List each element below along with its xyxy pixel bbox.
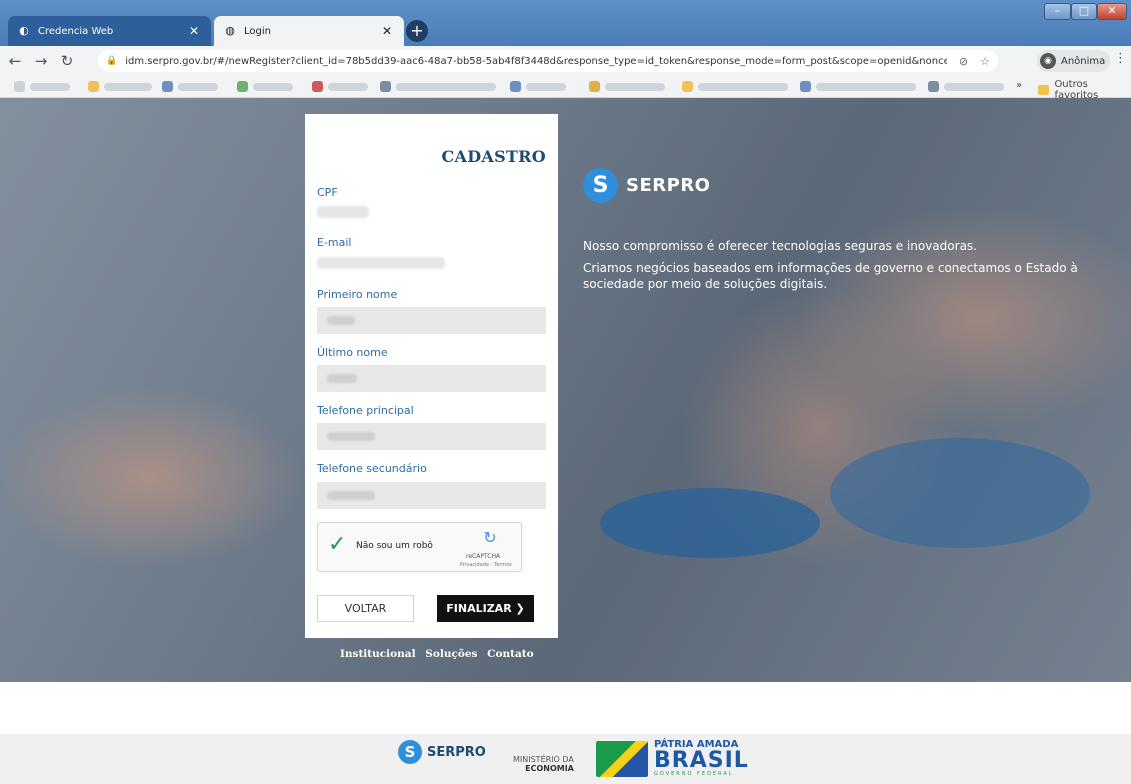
field-value	[327, 316, 355, 325]
recaptcha-label: Não sou um robô	[356, 541, 433, 551]
serpro-logo-icon: S	[583, 168, 618, 203]
link-institucional[interactable]: Institucional	[340, 648, 416, 660]
tab-credencia-web[interactable]: ◐ Credencia Web ✕	[8, 16, 211, 46]
bookmark-item[interactable]	[944, 83, 1004, 91]
menu-icon[interactable]: ⋮	[1114, 51, 1127, 66]
bookmark-item[interactable]	[396, 83, 496, 91]
profile-label: Anônima	[1061, 55, 1106, 67]
close-icon[interactable]: ✕	[187, 24, 201, 38]
secondary-phone-field[interactable]	[317, 482, 546, 509]
bookmark-item[interactable]	[30, 83, 70, 91]
cpf-value	[317, 206, 369, 218]
serpro-brand: S SERPRO	[583, 168, 710, 203]
window-close-button[interactable]: ✕	[1097, 3, 1127, 20]
bookmark-icon[interactable]	[237, 81, 248, 92]
folder-icon	[1038, 85, 1050, 95]
tab-label: Credencia Web	[38, 25, 114, 37]
hero-background-image	[0, 98, 1131, 682]
secondary-phone-label: Telefone secundário	[317, 462, 427, 475]
profile-button[interactable]: ◉ Anônima	[1037, 50, 1110, 72]
bookmark-item[interactable]	[816, 83, 916, 91]
maximize-button[interactable]: □	[1071, 3, 1097, 20]
bookmark-icon[interactable]	[589, 81, 600, 92]
bookmark-item[interactable]	[605, 83, 665, 91]
link-contato[interactable]: Contato	[487, 648, 534, 660]
first-name-label: Primeiro nome	[317, 288, 398, 301]
recaptcha-terms-link[interactable]: Privacidade - Termos	[460, 562, 512, 568]
globe-favicon-icon: ◍	[225, 24, 235, 37]
finish-button[interactable]: FINALIZAR ❯	[437, 595, 534, 622]
lock-icon[interactable]: 🔒	[106, 56, 117, 66]
checkmark-icon[interactable]: ✓	[328, 533, 346, 557]
reload-icon[interactable]: ↻	[56, 50, 78, 72]
footer-links: Institucional Soluções Contato	[340, 648, 540, 660]
bookmark-icon[interactable]	[14, 81, 25, 92]
browser-toolbar: ← → ↻ 🔒 idm.serpro.gov.br/#/newRegister?…	[0, 46, 1131, 76]
serpro-favicon-icon: ◐	[19, 24, 29, 37]
bookmark-icon[interactable]	[380, 81, 391, 92]
registration-card: CADASTRO CPF E-mail Primeiro nome Último…	[305, 114, 558, 638]
tagline-line-2: Criamos negócios baseados em informações…	[583, 261, 1078, 291]
bookmark-item[interactable]	[104, 83, 152, 91]
bookmark-icon[interactable]	[928, 81, 939, 92]
primary-phone-label: Telefone principal	[317, 404, 414, 417]
bookmark-item[interactable]	[328, 83, 368, 91]
bookmarks-more-button[interactable]: »	[1016, 80, 1022, 91]
bookmarks-bar: » Outros favoritos	[0, 76, 1131, 101]
brand-name: SERPRO	[626, 175, 711, 196]
primary-phone-field[interactable]	[317, 423, 546, 450]
tab-login[interactable]: ◍ Login ✕	[214, 16, 404, 46]
last-name-label: Último nome	[317, 346, 388, 359]
page-title: CADASTRO	[441, 147, 546, 166]
patria-amada-brasil-logo: PÁTRIA AMADA BRASIL GOVERNO FEDERAL	[596, 740, 749, 777]
bookmark-item[interactable]	[526, 83, 566, 91]
first-name-field[interactable]	[317, 307, 546, 334]
back-button[interactable]: VOLTAR	[317, 595, 414, 622]
address-bar[interactable]: 🔒 idm.serpro.gov.br/#/newRegister?client…	[98, 50, 998, 72]
footer-serpro-logo: S SERPRO	[398, 740, 486, 764]
field-value	[327, 432, 375, 441]
brasil-flag-icon	[596, 740, 648, 777]
incognito-icon: ◉	[1040, 53, 1056, 69]
email-label: E-mail	[317, 236, 352, 249]
brand-tagline: Nosso compromisso é oferecer tecnologias…	[583, 238, 1083, 298]
bookmark-icon[interactable]	[510, 81, 521, 92]
back-icon[interactable]: ←	[4, 50, 26, 72]
bookmark-icon[interactable]	[800, 81, 811, 92]
bookmark-item[interactable]	[253, 83, 293, 91]
serpro-logo-icon: S	[398, 740, 422, 764]
last-name-field[interactable]	[317, 365, 546, 392]
ministerio-line-2: ECONOMIA	[525, 764, 574, 773]
tagline-line-1: Nosso compromisso é oferecer tecnologias…	[583, 239, 977, 253]
recaptcha-widget[interactable]: ✓ Não sou um robô ↻ reCAPTCHA Privacidad…	[317, 522, 522, 572]
star-icon[interactable]: ☆	[980, 55, 990, 68]
recaptcha-logo-icon: ↻	[483, 528, 497, 547]
bookmark-icon[interactable]	[312, 81, 323, 92]
ministerio-economia: MINISTÉRIO DA ECONOMIA	[513, 755, 574, 773]
incognito-eye-icon[interactable]: ⊘	[959, 55, 968, 68]
cpf-label: CPF	[317, 186, 338, 199]
background-overlay	[0, 98, 1131, 682]
new-tab-button[interactable]: +	[406, 20, 428, 42]
bookmark-icon[interactable]	[162, 81, 173, 92]
bookmark-icon[interactable]	[88, 81, 99, 92]
recaptcha-brand: reCAPTCHA	[466, 553, 501, 560]
field-value	[327, 491, 375, 500]
bookmark-item[interactable]	[698, 83, 788, 91]
field-value	[327, 374, 357, 383]
minimize-button[interactable]: –	[1044, 3, 1071, 20]
bookmark-icon[interactable]	[682, 81, 693, 92]
link-solucoes[interactable]: Soluções	[425, 648, 477, 660]
browser-tab-bar: ◐ Credencia Web ✕ ◍ Login ✕ + – □ ✕	[0, 0, 1131, 46]
forward-icon[interactable]: →	[30, 50, 52, 72]
bookmark-item[interactable]	[178, 83, 218, 91]
tab-label: Login	[244, 25, 271, 37]
ministerio-line-1: MINISTÉRIO DA	[513, 755, 574, 764]
email-value	[317, 257, 445, 269]
url-text[interactable]: idm.serpro.gov.br/#/newRegister?client_i…	[125, 56, 947, 67]
footer-serpro-name: SERPRO	[427, 744, 486, 760]
patria-line-2: BRASIL	[654, 748, 749, 773]
close-icon[interactable]: ✕	[380, 24, 394, 38]
